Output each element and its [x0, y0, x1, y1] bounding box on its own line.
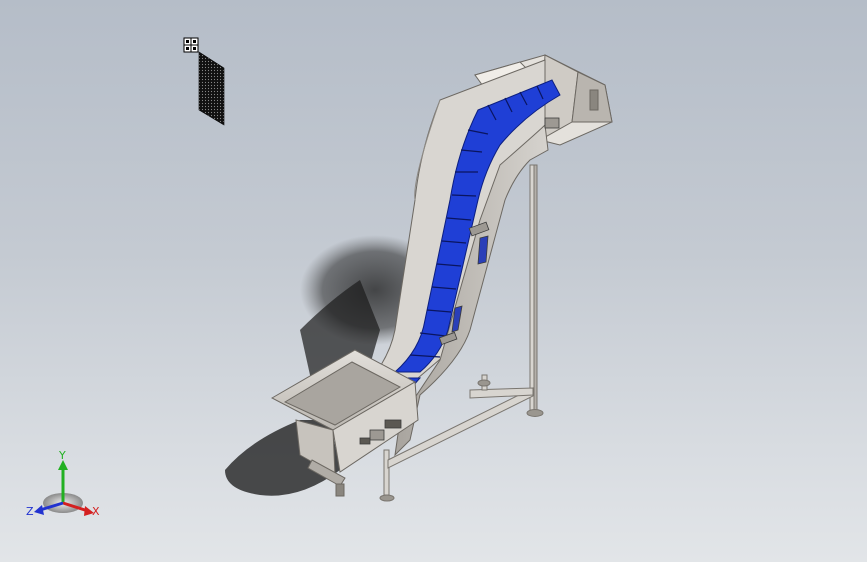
triad-z-label: Z	[26, 505, 34, 518]
triad-x-label: X	[92, 505, 100, 518]
triad-y-label: Y	[58, 449, 66, 462]
graphics-viewport[interactable]: Y X Z	[0, 0, 867, 562]
section-plane-icon[interactable]	[198, 51, 225, 126]
coordinate-triad: Y X Z	[26, 449, 100, 518]
four-panes-icon[interactable]	[183, 37, 199, 53]
